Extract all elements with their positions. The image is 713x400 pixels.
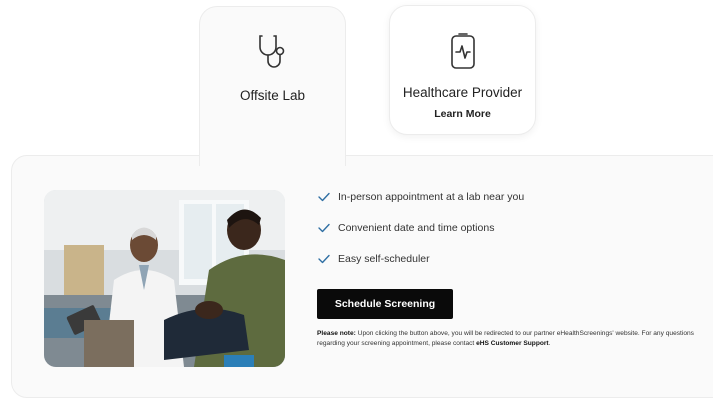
note-end: . (548, 340, 551, 347)
tab-label: Offsite Lab (239, 88, 306, 103)
feature-text: Easy self-scheduler (338, 253, 430, 265)
redirect-note: Please note: Upon clicking the button ab… (317, 329, 709, 349)
tab-healthcare-provider[interactable]: Healthcare Provider Learn More (389, 5, 536, 135)
tab-label: Healthcare Provider (402, 85, 523, 100)
stethoscope-icon (255, 32, 291, 72)
tab-panel-join (200, 150, 345, 162)
clipboard-pulse-icon (445, 31, 481, 71)
check-icon (318, 223, 330, 233)
feature-text: In-person appointment at a lab near you (338, 191, 525, 203)
list-item: Easy self-scheduler (318, 252, 524, 266)
check-icon (318, 192, 330, 202)
list-item: Convenient date and time options (318, 221, 524, 235)
feature-list: In-person appointment at a lab near you … (318, 190, 524, 283)
check-icon (318, 254, 330, 264)
schedule-screening-button[interactable]: Schedule Screening (317, 289, 453, 319)
feature-text: Convenient date and time options (338, 222, 495, 234)
note-lead: Please note: (317, 330, 356, 337)
tab-offsite-lab[interactable]: Offsite Lab (199, 6, 346, 166)
doctor-patient-photo (44, 190, 285, 367)
list-item: In-person appointment at a lab near you (318, 190, 524, 204)
ehs-support-link[interactable]: eHS Customer Support (476, 340, 549, 347)
learn-more-link[interactable]: Learn More (434, 108, 491, 120)
